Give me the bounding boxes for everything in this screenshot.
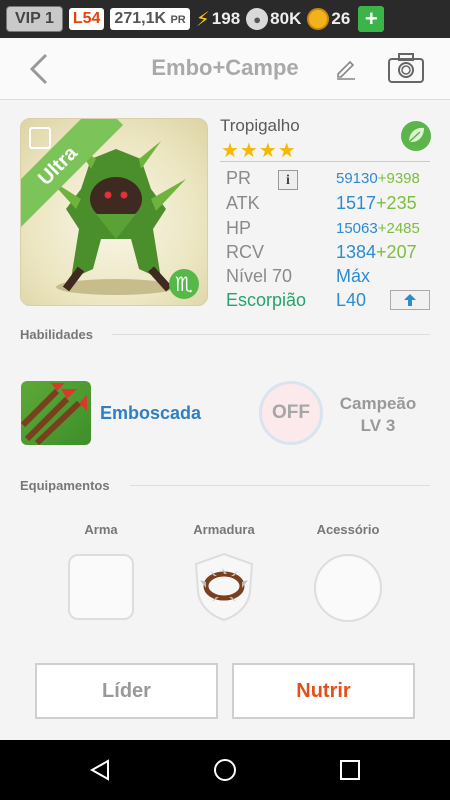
- stat-value-pr: 59130+9398: [336, 170, 420, 187]
- hp-bonus: +2485: [377, 220, 420, 237]
- name-divider: [220, 161, 430, 162]
- weapon-slot[interactable]: [68, 554, 134, 620]
- player-level: L54: [68, 8, 105, 30]
- pr-value: 59130: [336, 170, 378, 187]
- monster-portrait[interactable]: Ultra ♏: [20, 118, 208, 306]
- camera-icon[interactable]: [387, 52, 425, 84]
- book-icon[interactable]: [29, 127, 51, 149]
- atk-bonus: +235: [376, 193, 417, 213]
- armor-label: Armadura: [193, 522, 255, 537]
- stat-value-hp: 15063+2485: [336, 220, 420, 237]
- stat-label-pr: PR: [226, 168, 252, 188]
- coin-counter: 26: [307, 8, 350, 30]
- hp-value: 15063: [336, 220, 378, 237]
- arrows-icon: [21, 383, 87, 445]
- energy-value: 198: [211, 9, 241, 28]
- equipment-divider: [130, 485, 430, 486]
- pr-bonus: +9398: [377, 170, 420, 187]
- coin-value: 26: [331, 9, 351, 28]
- zodiac-upgrade-button[interactable]: [390, 290, 430, 310]
- nature-element-leaf-icon: [401, 121, 431, 151]
- weapon-label: Arma: [84, 522, 118, 537]
- rcv-bonus: +207: [376, 242, 417, 262]
- skills-divider: [112, 334, 430, 335]
- accessory-label: Acessório: [316, 522, 380, 537]
- nav-home-icon[interactable]: [213, 758, 237, 782]
- champion-skill: Campeão LV 3: [330, 393, 426, 437]
- stat-label-atk: ATK: [226, 193, 260, 213]
- paw-icon: ●: [246, 8, 269, 30]
- skill-name[interactable]: Emboscada: [100, 403, 201, 424]
- stat-value-atk: 1517+235: [336, 193, 417, 214]
- stat-label-hp: HP: [226, 218, 252, 238]
- nav-recent-apps-icon[interactable]: [340, 760, 360, 780]
- leader-button[interactable]: Líder: [35, 663, 218, 719]
- vip-badge[interactable]: VIP 1: [6, 6, 63, 32]
- atk-value: 1517: [336, 193, 377, 213]
- coin-icon: [307, 8, 330, 30]
- armor-slot[interactable]: [192, 552, 256, 622]
- level-label: Nível 70: [226, 266, 293, 286]
- add-currency-button[interactable]: +: [358, 6, 385, 32]
- up-arrow-icon: [404, 294, 416, 306]
- champion-title: Campeão: [339, 394, 417, 413]
- power-value: 271,1K: [114, 10, 167, 27]
- star-rating: ★★★★: [221, 140, 297, 162]
- page-title: Embo+Campe: [151, 55, 299, 80]
- status-bar: VIP 1 L54 271,1K PR ⚡ 198 ● 80K 26 +: [0, 0, 450, 38]
- energy-counter: ⚡ 198: [196, 7, 240, 32]
- champion-level: LV 3: [360, 416, 396, 435]
- lightning-icon: ⚡: [195, 8, 210, 31]
- rcv-value: 1384: [336, 242, 377, 262]
- ambush-skill-icon[interactable]: [21, 381, 91, 445]
- skills-section-title: Habilidades: [20, 327, 93, 342]
- zodiac-label: Escorpião: [226, 290, 307, 310]
- power-rating: 271,1K PR: [110, 8, 190, 30]
- screen-header: Embo+Campe: [0, 38, 450, 100]
- equipment-section-title: Equipamentos: [20, 478, 110, 493]
- info-icon[interactable]: i: [278, 170, 298, 190]
- food-counter: ● 80K: [246, 8, 301, 30]
- level-value: Máx: [336, 266, 371, 286]
- power-unit: PR: [170, 14, 186, 26]
- zodiac-scorpio-icon: ♏: [169, 269, 199, 299]
- stat-label-rcv: RCV: [226, 242, 265, 262]
- feed-button[interactable]: Nutrir: [232, 663, 415, 719]
- edit-pencil-icon[interactable]: [334, 56, 358, 80]
- accessory-slot[interactable]: [314, 554, 382, 622]
- champion-skill-off-badge[interactable]: OFF: [259, 381, 323, 445]
- monster-name: Tropigalho: [220, 116, 300, 135]
- nav-back-icon[interactable]: [88, 758, 112, 782]
- android-navigation-bar: [0, 740, 450, 800]
- zodiac-level: L40: [336, 290, 367, 310]
- stat-value-rcv: 1384+207: [336, 242, 417, 263]
- food-value: 80K: [270, 9, 302, 28]
